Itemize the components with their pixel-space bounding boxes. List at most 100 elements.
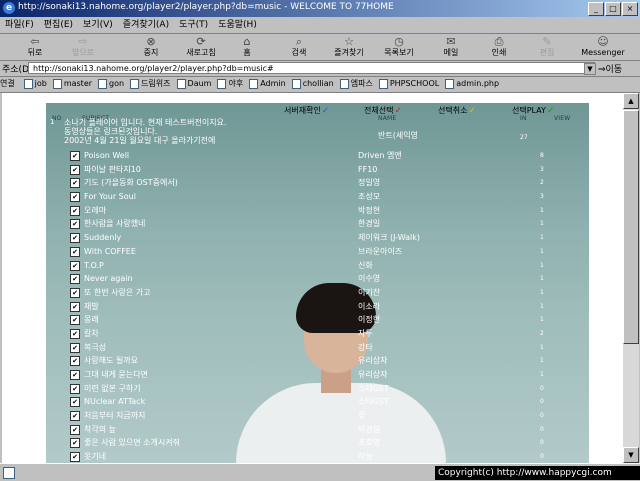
song-row[interactable]: ✔ Poison Well Driven 엠앤 8 xyxy=(66,149,586,163)
song-row[interactable]: ✔ 착각의 늪 박경림 0 xyxy=(66,423,586,437)
menu-item[interactable]: 도구(T) xyxy=(174,17,213,32)
server-check-button[interactable]: 서버재확인✓ xyxy=(284,105,329,116)
song-title[interactable]: 기도 (가을동화 OST중에서) xyxy=(84,176,178,189)
song-title[interactable]: 파이날 판타지10 xyxy=(84,163,141,176)
scroll-up-button[interactable]: ▲ xyxy=(623,93,639,109)
song-checkbox[interactable]: ✔ xyxy=(70,342,80,353)
song-checkbox[interactable]: ✔ xyxy=(70,356,80,367)
toolbar-button[interactable]: ✉ 메일 xyxy=(428,35,474,61)
song-checkbox[interactable]: ✔ xyxy=(70,370,80,380)
link-item[interactable]: chollian xyxy=(291,77,334,91)
toolbar-button[interactable]: ⌕ 검색 xyxy=(276,35,322,61)
song-checkbox[interactable]: ✔ xyxy=(70,192,80,203)
song-row[interactable]: ✔ 옷기네 하늘 0 xyxy=(66,450,586,463)
toolbar-button[interactable]: ⊗ 중지 xyxy=(128,35,174,61)
link-item[interactable]: PHPSCHOOL xyxy=(378,77,439,91)
song-title[interactable]: Poison Well xyxy=(84,149,129,162)
link-item[interactable]: 드림위즈 xyxy=(130,77,171,91)
go-button[interactable]: ⇒이동 xyxy=(598,62,622,75)
menu-item[interactable]: 즐겨찾기(A) xyxy=(118,17,174,32)
song-row[interactable]: ✔ Never again 이수영 1 xyxy=(66,272,586,286)
song-row[interactable]: ✔ Suddenly 제이워크 (J-Walk) 1 xyxy=(66,231,586,245)
song-checkbox[interactable]: ✔ xyxy=(70,151,80,161)
song-checkbox[interactable]: ✔ xyxy=(70,301,80,312)
song-row[interactable]: ✔ 한사람을 사랑했네 한경일 1 xyxy=(66,217,586,231)
link-item[interactable]: job xyxy=(23,77,47,91)
toolbar-button[interactable]: ⟳ 새로고침 xyxy=(178,35,224,61)
song-checkbox[interactable]: ✔ xyxy=(70,397,80,408)
song-title[interactable]: T.O.P xyxy=(84,259,104,272)
song-checkbox[interactable]: ✔ xyxy=(70,219,80,230)
link-item[interactable]: 야후 xyxy=(217,77,243,91)
song-row[interactable]: ✔ 미련 없본 구하기 스타GST 0 xyxy=(66,382,586,396)
song-row[interactable]: ✔ 처음부터 지금까지 류 0 xyxy=(66,409,586,423)
maximize-button[interactable]: □ xyxy=(605,2,621,16)
song-checkbox[interactable]: ✔ xyxy=(70,383,80,394)
song-title[interactable]: 또 한번 사랑은 가고 xyxy=(84,286,151,299)
vertical-scrollbar[interactable]: ▲ ▼ xyxy=(623,93,639,463)
menu-item[interactable]: 파일(F) xyxy=(0,17,39,32)
link-item[interactable]: Admin xyxy=(249,77,286,91)
song-title[interactable]: 좋은 사람 있으면 소개시켜줘 xyxy=(84,436,180,449)
song-checkbox[interactable]: ✔ xyxy=(70,328,80,339)
song-row[interactable]: ✔ 기도 (가을동화 OST중에서) 정일영 2 xyxy=(66,176,586,190)
link-item[interactable]: master xyxy=(52,77,92,91)
song-row[interactable]: ✔ 오레마 박정현 1 xyxy=(66,204,586,218)
song-title[interactable]: 재발 xyxy=(84,300,99,313)
song-checkbox[interactable]: ✔ xyxy=(70,424,80,435)
song-title[interactable]: For Your Soul xyxy=(84,190,136,203)
song-row[interactable]: ✔ 파이날 판타지10 FF10 3 xyxy=(66,163,586,177)
song-checkbox[interactable]: ✔ xyxy=(70,246,80,257)
song-checkbox[interactable]: ✔ xyxy=(70,438,80,449)
song-checkbox[interactable]: ✔ xyxy=(70,274,80,285)
menu-item[interactable]: 도움말(H) xyxy=(213,17,262,32)
song-checkbox[interactable]: ✔ xyxy=(70,164,80,175)
toolbar-button[interactable]: ✎ 편집 xyxy=(524,35,570,61)
link-item[interactable]: admin.php xyxy=(445,77,499,91)
toolbar-button[interactable]: ⇦ 뒤로 xyxy=(12,35,58,61)
song-checkbox[interactable]: ✔ xyxy=(70,205,80,216)
scroll-thumb[interactable] xyxy=(623,110,639,344)
close-button[interactable]: × xyxy=(622,2,638,16)
notice-post[interactable]: 1 소나기 플레이어 입니다. 현재 테스트버전이지요. 동영상들은 링크된것입… xyxy=(50,118,336,145)
song-checkbox[interactable]: ✔ xyxy=(70,287,80,298)
song-title[interactable]: 몽래 xyxy=(84,313,99,326)
link-item[interactable]: gon xyxy=(98,77,124,91)
menu-item[interactable]: 보기(V) xyxy=(78,17,118,32)
song-checkbox[interactable]: ✔ xyxy=(70,452,80,463)
song-row[interactable]: ✔ For Your Soul 조성모 3 xyxy=(66,190,586,204)
song-row[interactable]: ✔ 좋은 사람 있으면 소개시켜줘 조호영 0 xyxy=(66,436,586,450)
play-selected-button[interactable]: 선택PLAY✓ xyxy=(512,105,554,116)
song-row[interactable]: ✔ 또 한번 사랑은 가고 이기찬 1 xyxy=(66,286,586,300)
song-title[interactable]: 옷기네 xyxy=(84,450,106,463)
song-checkbox[interactable]: ✔ xyxy=(70,233,80,244)
song-title[interactable]: 한사람을 사랑했네 xyxy=(84,217,145,230)
song-title[interactable]: 미련 없본 구하기 xyxy=(84,382,141,395)
song-title[interactable]: 그대 내게 묻는다면 xyxy=(84,368,148,381)
toolbar-button[interactable]: ⇨ 앞으로 xyxy=(60,35,106,61)
song-checkbox[interactable]: ✔ xyxy=(70,178,80,189)
minimize-button[interactable]: _ xyxy=(588,2,604,16)
song-title[interactable]: 사랑해도 될까요 xyxy=(84,354,138,367)
scroll-down-button[interactable]: ▼ xyxy=(623,447,639,463)
address-dropdown-button[interactable]: ▼ xyxy=(584,63,596,75)
toolbar-button[interactable]: ☺ Messenger xyxy=(580,35,626,61)
song-title[interactable]: Never again xyxy=(84,272,133,285)
song-row[interactable]: ✔ 사랑해도 될까요 유리상자 1 xyxy=(66,354,586,368)
song-row[interactable]: ✔ 재발 이소라 1 xyxy=(66,300,586,314)
song-row[interactable]: ✔ 그대 내게 묻는다면 유리상자 1 xyxy=(66,368,586,382)
toolbar-button[interactable]: ☆ 즐겨찾기 xyxy=(326,35,372,61)
deselect-button[interactable]: 선택취소✓ xyxy=(438,105,476,116)
link-item[interactable]: 엠파스 xyxy=(339,77,373,91)
song-checkbox[interactable]: ✔ xyxy=(70,315,80,326)
song-row[interactable]: ✔ 칼차 자두 2 xyxy=(66,327,586,341)
song-row[interactable]: ✔ T.O.P 신화 1 xyxy=(66,259,586,273)
song-row[interactable]: ✔ 복극성 강타 1 xyxy=(66,341,586,355)
toolbar-button[interactable]: ◷ 목록보기 xyxy=(376,35,422,61)
toolbar-button[interactable]: ⎙ 인쇄 xyxy=(476,35,522,61)
song-checkbox[interactable]: ✔ xyxy=(70,260,80,271)
song-title[interactable]: Suddenly xyxy=(84,231,121,244)
song-checkbox[interactable]: ✔ xyxy=(70,411,80,422)
link-item[interactable]: Daum xyxy=(176,77,211,91)
song-title[interactable]: 착각의 늪 xyxy=(84,423,116,436)
